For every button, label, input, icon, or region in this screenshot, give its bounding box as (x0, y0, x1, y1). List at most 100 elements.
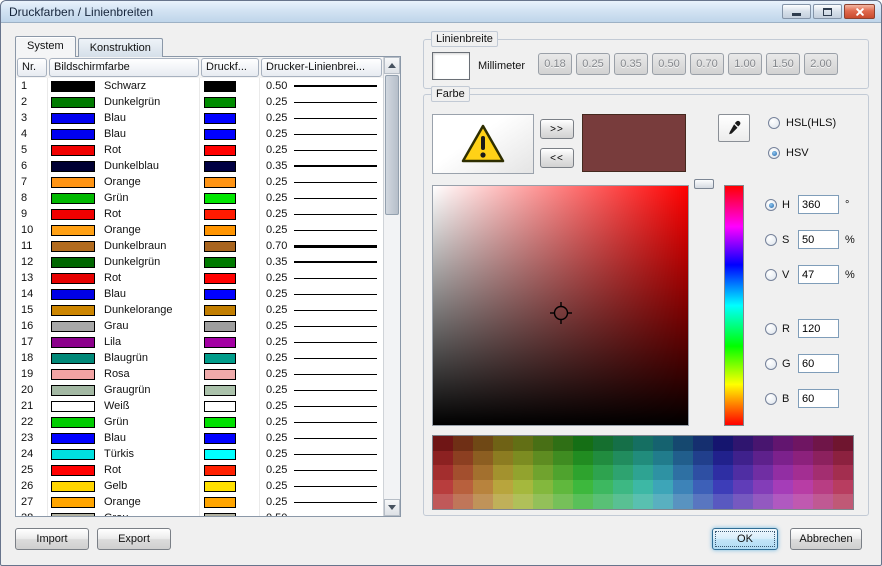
table-row[interactable]: 5Rot0.25 (16, 142, 383, 158)
preset-width-button[interactable]: 0.50 (652, 53, 686, 75)
table-row[interactable]: 3Blau0.25 (16, 110, 383, 126)
saturation-value-square[interactable] (432, 185, 689, 426)
palette-swatch[interactable] (433, 465, 453, 480)
field-input-g[interactable] (798, 354, 839, 373)
radio-hsl[interactable] (768, 117, 780, 129)
palette-swatch[interactable] (553, 494, 573, 509)
preset-width-button[interactable]: 0.70 (690, 53, 724, 75)
palette-swatch[interactable] (553, 465, 573, 480)
palette-swatch[interactable] (653, 480, 673, 495)
palette-swatch[interactable] (433, 494, 453, 509)
import-button[interactable]: Import (15, 528, 89, 550)
table-row[interactable]: 11Dunkelbraun0.70 (16, 238, 383, 254)
palette-swatch[interactable] (573, 436, 593, 451)
preset-width-button[interactable]: 2.00 (804, 53, 838, 75)
palette-swatch[interactable] (453, 451, 473, 466)
palette-swatch[interactable] (773, 494, 793, 509)
palette-swatch[interactable] (593, 480, 613, 495)
palette-swatch[interactable] (513, 451, 533, 466)
tab-system[interactable]: System (15, 36, 76, 57)
palette-swatch[interactable] (513, 494, 533, 509)
palette-swatch[interactable] (673, 451, 693, 466)
palette-swatch[interactable] (533, 451, 553, 466)
palette-swatch[interactable] (433, 451, 453, 466)
palette-swatch[interactable] (613, 480, 633, 495)
palette-swatch[interactable] (733, 465, 753, 480)
palette-swatch[interactable] (793, 465, 813, 480)
palette-swatch[interactable] (653, 436, 673, 451)
palette-swatch[interactable] (493, 494, 513, 509)
palette-swatch[interactable] (773, 465, 793, 480)
palette-swatch[interactable] (433, 480, 453, 495)
palette-swatch[interactable] (473, 436, 493, 451)
table-row[interactable]: 17Lila0.25 (16, 334, 383, 350)
palette-swatch[interactable] (593, 494, 613, 509)
palette-swatch[interactable] (713, 494, 733, 509)
palette-swatch[interactable] (773, 436, 793, 451)
close-button[interactable] (844, 4, 875, 19)
palette-swatch[interactable] (673, 494, 693, 509)
palette-swatch[interactable] (433, 436, 453, 451)
palette-swatch[interactable] (793, 494, 813, 509)
palette-swatch[interactable] (673, 465, 693, 480)
palette-swatch[interactable] (453, 436, 473, 451)
palette-swatch[interactable] (633, 451, 653, 466)
ok-button[interactable]: OK (712, 528, 778, 550)
palette-swatch[interactable] (793, 436, 813, 451)
palette-swatch[interactable] (733, 480, 753, 495)
palette-swatch[interactable] (833, 480, 853, 495)
palette-swatch[interactable] (453, 494, 473, 509)
table-row[interactable]: 14Blau0.25 (16, 286, 383, 302)
palette-swatch[interactable] (573, 451, 593, 466)
palette-swatch[interactable] (613, 436, 633, 451)
palette-swatch[interactable] (573, 465, 593, 480)
table-row[interactable]: 10Orange0.25 (16, 222, 383, 238)
table-row[interactable]: 2Dunkelgrün0.25 (16, 94, 383, 110)
field-input-b[interactable] (798, 389, 839, 408)
palette-swatch[interactable] (453, 480, 473, 495)
table-row[interactable]: 19Rosa0.25 (16, 366, 383, 382)
table-row[interactable]: 9Rot0.25 (16, 206, 383, 222)
preset-width-button[interactable]: 0.18 (538, 53, 572, 75)
palette-swatch[interactable] (473, 480, 493, 495)
preset-width-button[interactable]: 1.50 (766, 53, 800, 75)
palette-swatch[interactable] (813, 480, 833, 495)
palette-swatch[interactable] (493, 436, 513, 451)
transfer-left-button[interactable]: << (540, 148, 574, 168)
table-row[interactable]: 26Gelb0.25 (16, 478, 383, 494)
hue-slider-thumb[interactable] (694, 179, 714, 189)
palette-swatch[interactable] (753, 465, 773, 480)
palette-swatch[interactable] (573, 480, 593, 495)
table-scrollbar[interactable] (383, 57, 400, 516)
table-row[interactable]: 24Türkis0.25 (16, 446, 383, 462)
palette-swatch[interactable] (833, 465, 853, 480)
table-row[interactable]: 6Dunkelblau0.35 (16, 158, 383, 174)
color-picker-crosshair[interactable] (550, 302, 572, 324)
radio-hsv[interactable] (768, 147, 780, 159)
table-row[interactable]: 18Blaugrün0.25 (16, 350, 383, 366)
scroll-up-button[interactable] (384, 57, 400, 74)
palette-swatch[interactable] (693, 465, 713, 480)
header-printer-line-width[interactable]: Drucker-Linienbrei... (261, 58, 382, 77)
field-input-v[interactable] (798, 265, 839, 284)
palette-swatch[interactable] (833, 436, 853, 451)
palette-swatch[interactable] (493, 480, 513, 495)
radio-v[interactable] (765, 269, 777, 281)
palette-swatch[interactable] (793, 451, 813, 466)
table-row[interactable]: 15Dunkelorange0.25 (16, 302, 383, 318)
table-row[interactable]: 12Dunkelgrün0.35 (16, 254, 383, 270)
palette-swatch[interactable] (553, 480, 573, 495)
palette-swatch[interactable] (633, 465, 653, 480)
palette-swatch[interactable] (833, 451, 853, 466)
radio-b[interactable] (765, 393, 777, 405)
palette-swatch[interactable] (653, 451, 673, 466)
table-row[interactable]: 23Blau0.25 (16, 430, 383, 446)
titlebar[interactable]: Druckfarben / Linienbreiten (1, 1, 881, 23)
palette-swatch[interactable] (473, 451, 493, 466)
palette-swatch[interactable] (533, 480, 553, 495)
radio-s[interactable] (765, 234, 777, 246)
palette-swatch[interactable] (753, 436, 773, 451)
table-row[interactable]: 16Grau0.25 (16, 318, 383, 334)
preset-width-button[interactable]: 1.00 (728, 53, 762, 75)
palette-swatch[interactable] (793, 480, 813, 495)
